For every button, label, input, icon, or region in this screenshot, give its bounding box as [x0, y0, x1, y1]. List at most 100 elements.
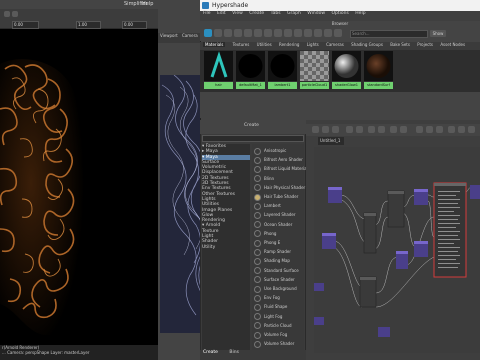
node-list-item[interactable]: Lambert [254, 201, 304, 210]
graph-tab[interactable]: Untitled_1 [318, 137, 344, 145]
swatch-particle-cloud[interactable]: particleCloud1 [300, 51, 329, 90]
node-list-item[interactable]: Env Fog [254, 293, 304, 302]
exposure-field[interactable]: 0.00 [12, 21, 39, 29]
viewport-wireframe[interactable] [160, 75, 200, 333]
menu-edit[interactable]: Edit [217, 11, 226, 16]
hair-icon[interactable] [254, 29, 262, 37]
snap-grid-icon[interactable] [458, 126, 465, 133]
plane-icon[interactable] [224, 29, 232, 37]
tab-cameras[interactable]: Cameras [326, 42, 344, 47]
tab-materials[interactable]: Materials [203, 42, 226, 47]
node-graph-canvas[interactable] [314, 147, 480, 353]
menu-help[interactable]: Help [142, 1, 153, 7]
io-connections-icon[interactable] [322, 126, 329, 133]
node-type-icon [254, 276, 261, 284]
swatch-hair[interactable]: hair [204, 51, 233, 90]
node-list-item[interactable]: Volume Fog [254, 330, 304, 339]
node-list-item[interactable]: Light Fog [254, 312, 304, 321]
render-icon[interactable] [4, 11, 10, 17]
tab-bins[interactable]: Bins [229, 350, 239, 355]
output-connections-icon[interactable] [332, 126, 339, 133]
tab-asset-nodes[interactable]: Asset Nodes [440, 42, 465, 47]
node-list-item[interactable]: Shading Map [254, 256, 304, 265]
search-field[interactable]: Search... [350, 30, 428, 38]
node-list-item[interactable]: Phong [254, 229, 304, 238]
graph-icon[interactable] [204, 29, 212, 37]
create-title: Create [244, 123, 259, 128]
rearrange-graph-icon[interactable] [356, 126, 363, 133]
frame-selected-icon[interactable] [400, 126, 407, 133]
menu-window[interactable]: Window [307, 11, 325, 16]
swatch-lambert1[interactable]: lambert1 [268, 51, 297, 90]
node-list-item[interactable]: Volume Shader [254, 339, 304, 348]
node-list-item[interactable]: Fluid Shape [254, 302, 304, 311]
sphere-icon[interactable] [214, 29, 222, 37]
node-list-item[interactable]: Phong E [254, 238, 304, 247]
tab-textures[interactable]: Textures [233, 42, 250, 47]
node-list-item[interactable]: Standard Surface [254, 266, 304, 275]
create-search-field[interactable] [202, 135, 304, 142]
swatch-shader-glow[interactable]: shaderGlow1 [332, 51, 361, 90]
node-list-item[interactable]: Blinn [254, 174, 304, 183]
menu-tabs[interactable]: Tabs [271, 11, 281, 16]
grid-toggle-icon[interactable] [448, 126, 455, 133]
add-node-icon[interactable] [368, 126, 375, 133]
cloth-icon[interactable] [244, 29, 252, 37]
swatch-icon[interactable] [264, 29, 272, 37]
tab-lights[interactable]: Lights [307, 42, 319, 47]
node-list-item[interactable]: Particle Cloud [254, 321, 304, 330]
tab-create[interactable]: Create [203, 350, 218, 355]
grid-icon[interactable] [294, 29, 302, 37]
show-button[interactable]: Show [430, 30, 446, 37]
node-list-item[interactable]: Bifrost Aero Shader [254, 155, 304, 164]
node-list-label: Standard Surface [264, 267, 299, 273]
menu-file[interactable]: File [203, 11, 211, 16]
tab-projects[interactable]: Projects [417, 42, 433, 47]
filter-icon[interactable] [314, 29, 322, 37]
render-viewport[interactable] [0, 29, 158, 352]
node-list-item[interactable]: Bifrost Liquid Material [254, 164, 308, 173]
menu-create[interactable]: Create [249, 11, 264, 16]
menu-view[interactable]: View [232, 11, 243, 16]
node-list-item[interactable]: Surface Shader [254, 275, 304, 284]
input-connections-icon[interactable] [312, 126, 319, 133]
node-list-item[interactable]: Layered Shader [254, 210, 304, 219]
node-list-item[interactable]: Ocean Shader [254, 220, 304, 229]
refresh-icon[interactable] [274, 29, 282, 37]
menu-options[interactable]: Options [331, 11, 348, 16]
remove-node-icon[interactable] [378, 126, 385, 133]
node-list-item[interactable]: Use Background [254, 284, 304, 293]
tab-viewport[interactable]: Viewport [160, 33, 178, 38]
simple-mode-icon[interactable] [416, 126, 423, 133]
browser-splitter[interactable] [200, 92, 480, 118]
frame-all-icon[interactable] [390, 126, 397, 133]
sort-icon[interactable] [304, 29, 312, 37]
node-list-item[interactable]: Anisotropic [254, 146, 304, 155]
swatch-standard-surface[interactable]: standardSurf [364, 51, 393, 90]
menu-graph[interactable]: Graph [287, 11, 301, 16]
offset-field[interactable]: 0.00 [122, 21, 147, 29]
tab-utilities[interactable]: Utilities [257, 42, 272, 47]
tab-bake-sets[interactable]: Bake Sets [390, 42, 410, 47]
cube-icon[interactable] [234, 29, 242, 37]
list-icon[interactable] [284, 29, 292, 37]
snapshot-icon[interactable] [12, 11, 18, 17]
node-list-label: Env Fog [264, 295, 280, 301]
menu-help[interactable]: Help [355, 11, 365, 16]
full-mode-icon[interactable] [436, 126, 443, 133]
node-list-item[interactable]: Hair Physical Shader [254, 183, 305, 192]
tab-camera[interactable]: Camera [182, 33, 198, 38]
tab-rendering[interactable]: Rendering [279, 42, 299, 47]
gamma-field[interactable]: 1.00 [76, 21, 101, 29]
node-list-item[interactable]: Hair Tube Shader [254, 192, 304, 201]
tree-item[interactable]: Utility [202, 245, 250, 250]
tab-shading-groups[interactable]: Shading Groups [351, 42, 383, 47]
swatch-default-mat[interactable]: defaultMat_1 [236, 51, 265, 90]
connected-mode-icon[interactable] [426, 126, 433, 133]
delete-icon[interactable] [334, 29, 342, 37]
swatch-toggle-icon[interactable] [468, 126, 475, 133]
clear-graph-icon[interactable] [346, 126, 353, 133]
rename-icon[interactable] [324, 29, 332, 37]
node-list-item[interactable]: Ramp Shader [254, 247, 304, 256]
node-type-icon [254, 303, 261, 311]
